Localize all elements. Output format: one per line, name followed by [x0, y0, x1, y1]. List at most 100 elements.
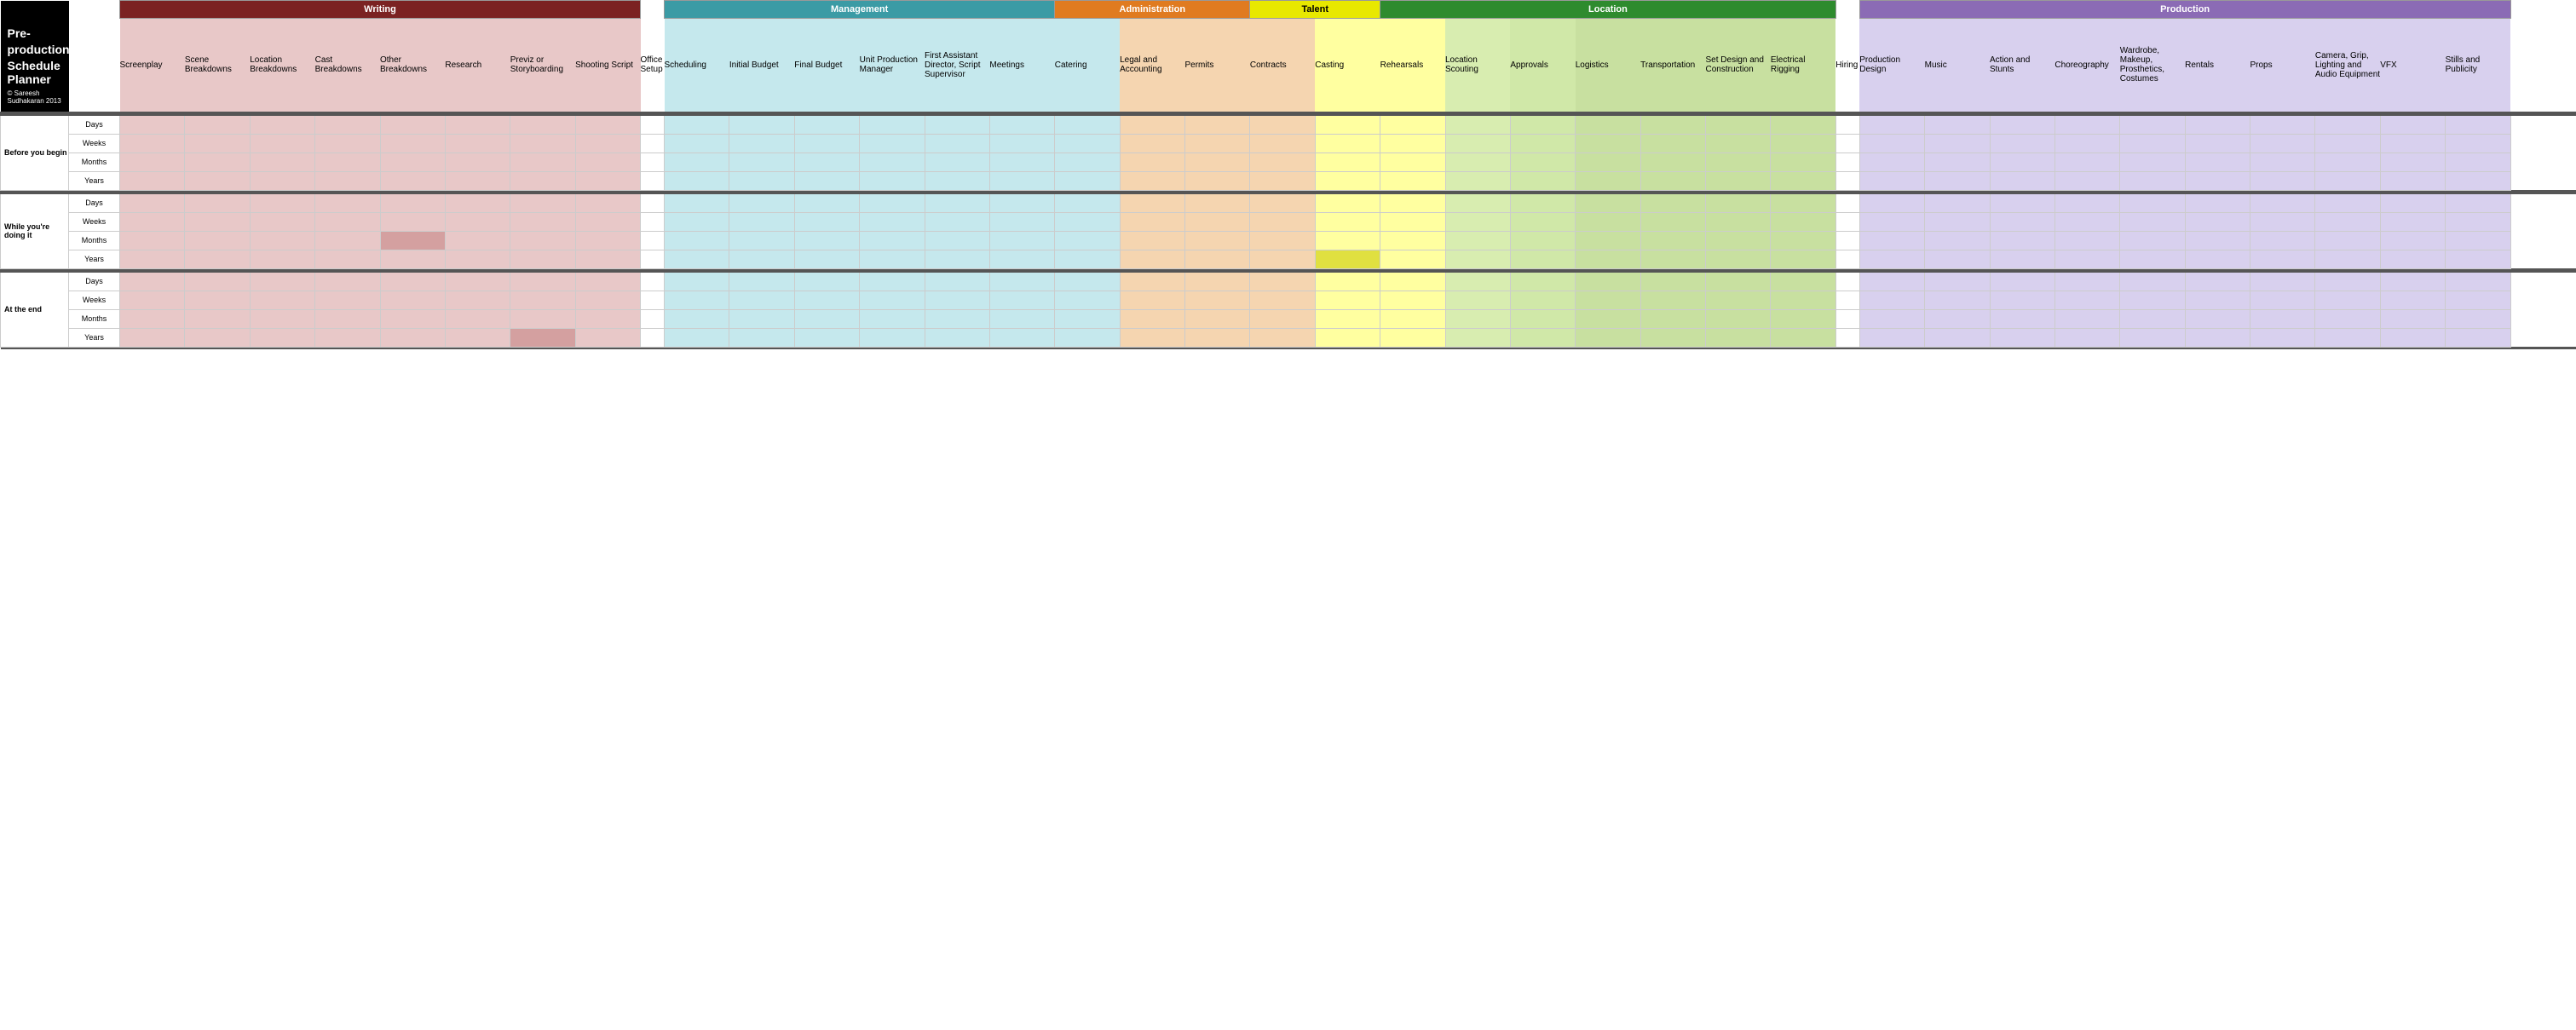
- cell[interactable]: [2315, 231, 2380, 250]
- cell[interactable]: [1640, 231, 1705, 250]
- cell[interactable]: [250, 309, 314, 328]
- cell[interactable]: [1120, 231, 1184, 250]
- cell[interactable]: [1576, 250, 1640, 268]
- cell[interactable]: [1120, 291, 1184, 309]
- cell[interactable]: [315, 231, 380, 250]
- cell-filled[interactable]: [510, 328, 575, 347]
- cell[interactable]: [1835, 115, 1859, 134]
- cell[interactable]: [860, 250, 925, 268]
- cell[interactable]: [250, 231, 314, 250]
- cell[interactable]: [925, 291, 989, 309]
- cell[interactable]: [2250, 212, 2315, 231]
- cell[interactable]: [665, 212, 729, 231]
- cell[interactable]: [315, 115, 380, 134]
- cell[interactable]: [925, 134, 989, 152]
- cell[interactable]: [794, 291, 859, 309]
- cell[interactable]: [1445, 309, 1510, 328]
- cell[interactable]: [1250, 193, 1315, 212]
- cell[interactable]: [2054, 250, 2119, 268]
- cell[interactable]: [1055, 250, 1120, 268]
- cell[interactable]: [1990, 291, 2054, 309]
- cell[interactable]: [185, 115, 250, 134]
- cell[interactable]: [1120, 134, 1184, 152]
- cell[interactable]: [1055, 134, 1120, 152]
- cell[interactable]: [2446, 291, 2510, 309]
- cell[interactable]: [2380, 309, 2445, 328]
- cell[interactable]: [1055, 328, 1120, 347]
- cell[interactable]: [1510, 309, 1575, 328]
- cell[interactable]: [1315, 272, 1380, 291]
- cell[interactable]: [665, 231, 729, 250]
- cell[interactable]: [1990, 231, 2054, 250]
- cell[interactable]: [2185, 291, 2250, 309]
- cell[interactable]: [1510, 171, 1575, 190]
- cell[interactable]: [1315, 231, 1380, 250]
- cell[interactable]: [925, 193, 989, 212]
- cell[interactable]: [729, 193, 794, 212]
- cell[interactable]: [1640, 152, 1705, 171]
- cell[interactable]: [1640, 171, 1705, 190]
- cell[interactable]: [2120, 171, 2185, 190]
- cell[interactable]: [1771, 309, 1835, 328]
- cell[interactable]: [510, 231, 575, 250]
- cell[interactable]: [1055, 193, 1120, 212]
- cell[interactable]: [1185, 134, 1250, 152]
- cell[interactable]: [1120, 328, 1184, 347]
- cell[interactable]: [2380, 231, 2445, 250]
- cell[interactable]: [794, 250, 859, 268]
- cell[interactable]: [989, 231, 1054, 250]
- cell[interactable]: [445, 212, 510, 231]
- cell[interactable]: [925, 171, 989, 190]
- cell[interactable]: [2185, 328, 2250, 347]
- cell[interactable]: [1990, 328, 2054, 347]
- cell[interactable]: [1185, 309, 1250, 328]
- cell[interactable]: [1925, 152, 1990, 171]
- cell[interactable]: [729, 171, 794, 190]
- cell[interactable]: [575, 291, 640, 309]
- cell[interactable]: [510, 291, 575, 309]
- cell[interactable]: [2380, 291, 2445, 309]
- cell[interactable]: [250, 212, 314, 231]
- cell[interactable]: [860, 152, 925, 171]
- cell[interactable]: [1185, 212, 1250, 231]
- cell[interactable]: [729, 272, 794, 291]
- cell[interactable]: [185, 231, 250, 250]
- cell[interactable]: [1859, 152, 1924, 171]
- cell[interactable]: [120, 328, 185, 347]
- cell[interactable]: [2315, 115, 2380, 134]
- cell[interactable]: [1445, 193, 1510, 212]
- cell[interactable]: [1250, 152, 1315, 171]
- cell[interactable]: [1510, 193, 1575, 212]
- cell[interactable]: [2446, 272, 2510, 291]
- cell[interactable]: [120, 152, 185, 171]
- cell[interactable]: [120, 231, 185, 250]
- cell[interactable]: [665, 328, 729, 347]
- cell[interactable]: [2054, 291, 2119, 309]
- cell[interactable]: [380, 152, 445, 171]
- cell[interactable]: [185, 250, 250, 268]
- cell[interactable]: [2250, 328, 2315, 347]
- cell[interactable]: [2380, 134, 2445, 152]
- cell[interactable]: [1380, 328, 1445, 347]
- cell[interactable]: [1771, 250, 1835, 268]
- cell[interactable]: [989, 212, 1054, 231]
- cell[interactable]: [2250, 272, 2315, 291]
- cell[interactable]: [1315, 309, 1380, 328]
- cell[interactable]: [2250, 291, 2315, 309]
- cell[interactable]: [1120, 115, 1184, 134]
- cell[interactable]: [925, 115, 989, 134]
- cell[interactable]: [1859, 115, 1924, 134]
- cell[interactable]: [575, 171, 640, 190]
- cell[interactable]: [1859, 134, 1924, 152]
- cell[interactable]: [1925, 291, 1990, 309]
- cell[interactable]: [2380, 193, 2445, 212]
- cell[interactable]: [2054, 115, 2119, 134]
- cell[interactable]: [1250, 231, 1315, 250]
- cell[interactable]: [2185, 193, 2250, 212]
- cell[interactable]: [2380, 272, 2445, 291]
- cell[interactable]: [1120, 272, 1184, 291]
- cell[interactable]: [1510, 250, 1575, 268]
- cell[interactable]: [860, 212, 925, 231]
- cell[interactable]: [1640, 250, 1705, 268]
- cell[interactable]: [989, 272, 1054, 291]
